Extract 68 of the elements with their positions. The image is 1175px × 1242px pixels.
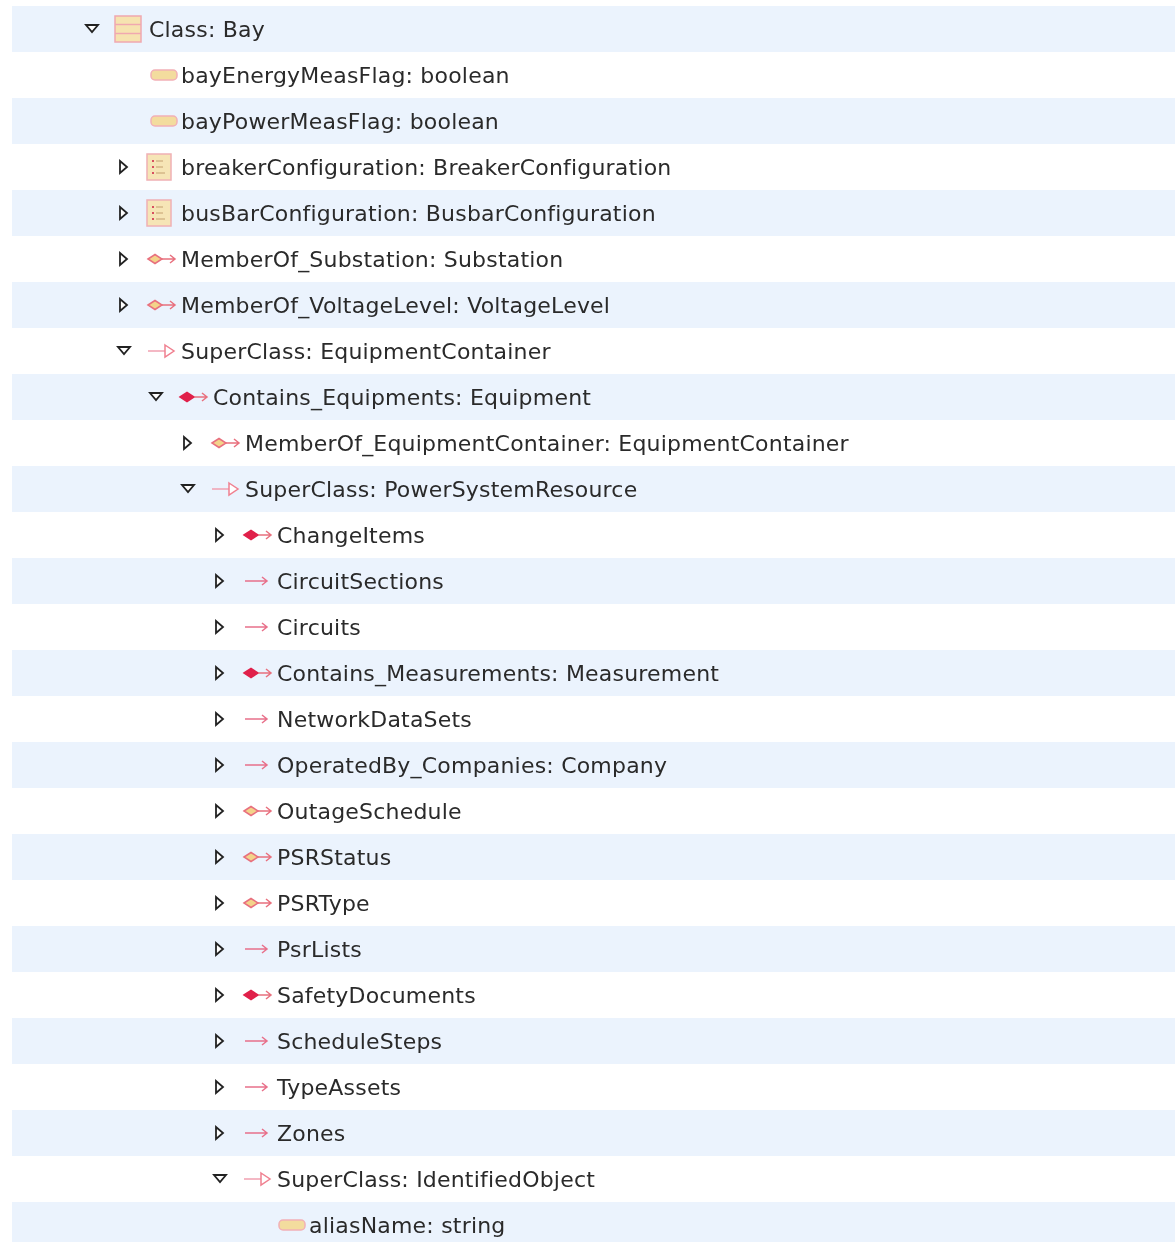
arrow-icon — [242, 1080, 270, 1094]
tree-label: Contains_Measurements: Measurement — [277, 659, 720, 689]
generalization-icon — [242, 1171, 272, 1187]
tree-row[interactable]: busBarConfiguration: BusbarConfiguration — [12, 190, 1175, 236]
tree-label: PsrLists — [277, 935, 362, 964]
tree-row[interactable]: CircuitSections — [12, 558, 1175, 604]
tree-label: breakerConfiguration: BreakerConfiguration — [181, 153, 672, 182]
generalization-icon — [210, 481, 240, 497]
tree-label: ChangeItems — [277, 521, 425, 550]
tree-label: Zones — [277, 1119, 346, 1148]
tree-label: Contains_Equipments: Equipment — [213, 383, 592, 413]
tree-label: OutageSchedule — [277, 797, 462, 826]
attribute-icon — [150, 69, 178, 81]
aggregation-icon — [146, 252, 178, 266]
tree-row[interactable]: SuperClass: PowerSystemResource — [12, 466, 1175, 512]
list-icon — [146, 153, 172, 181]
composition-icon — [242, 988, 274, 1002]
aggregation-icon — [210, 436, 242, 450]
aggregation-icon — [146, 298, 178, 312]
tree-label: PSRType — [277, 889, 370, 918]
tree-label: PSRStatus — [277, 843, 392, 872]
tree-label: aliasName: string — [309, 1211, 506, 1240]
tree-row[interactable]: Zones — [12, 1110, 1175, 1156]
tree-label: Class: Bay — [149, 15, 265, 44]
tree-label: MemberOf_VoltageLevel: VoltageLevel — [181, 291, 611, 321]
tree-row[interactable]: MemberOf_VoltageLevel: VoltageLevel — [12, 282, 1175, 328]
tree-row[interactable]: PsrLists — [12, 926, 1175, 972]
tree-label: MemberOf_Substation: Substation — [181, 245, 564, 275]
tree-row[interactable]: Class: Bay — [12, 6, 1175, 52]
tree-row[interactable]: Contains_Measurements: Measurement — [12, 650, 1175, 696]
tree-label: MemberOf_EquipmentContainer: EquipmentContainer — [245, 429, 849, 459]
tree-label: bayEnergyMeasFlag: boolean — [181, 61, 510, 90]
arrow-icon — [242, 942, 270, 956]
arrow-icon — [242, 712, 270, 726]
tree-label: NetworkDataSets — [277, 705, 472, 734]
arrow-icon — [242, 1034, 270, 1048]
tree-row[interactable]: Contains_Equipments: Equipment — [12, 374, 1175, 420]
tree-label: SuperClass: PowerSystemResource — [245, 475, 638, 504]
list-icon — [146, 199, 172, 227]
tree-row[interactable]: aliasName: string — [12, 1202, 1175, 1242]
tree-label: Circuits — [277, 613, 361, 642]
tree-label: ScheduleSteps — [277, 1027, 443, 1056]
tree-label: busBarConfiguration: BusbarConfiguration — [181, 199, 656, 228]
tree-label: SuperClass: EquipmentContainer — [181, 337, 551, 366]
attribute-icon — [278, 1219, 306, 1231]
generalization-icon — [146, 343, 176, 359]
aggregation-icon — [242, 896, 274, 910]
arrow-icon — [242, 1126, 270, 1140]
composition-icon — [242, 666, 274, 680]
tree-row[interactable]: OperatedBy_Companies: Company — [12, 742, 1175, 788]
tree-label: SafetyDocuments — [277, 981, 476, 1010]
composition-icon — [178, 390, 210, 404]
attribute-icon — [150, 115, 178, 127]
arrow-icon — [242, 620, 270, 634]
tree-row[interactable]: PSRStatus — [12, 834, 1175, 880]
tree-label: TypeAssets — [277, 1073, 402, 1102]
tree-label: SuperClass: IdentifiedObject — [277, 1165, 595, 1194]
arrow-icon — [242, 574, 270, 588]
composition-icon — [242, 528, 274, 542]
tree-row[interactable]: bayPowerMeasFlag: boolean — [12, 98, 1175, 144]
aggregation-icon — [242, 850, 274, 864]
tree-label: OperatedBy_Companies: Company — [277, 751, 668, 781]
tree-label: bayPowerMeasFlag: boolean — [181, 107, 500, 136]
class-icon — [114, 15, 142, 43]
tree-row[interactable]: ScheduleSteps — [12, 1018, 1175, 1064]
arrow-icon — [242, 758, 270, 772]
aggregation-icon — [242, 804, 274, 818]
tree-label: CircuitSections — [277, 567, 444, 596]
